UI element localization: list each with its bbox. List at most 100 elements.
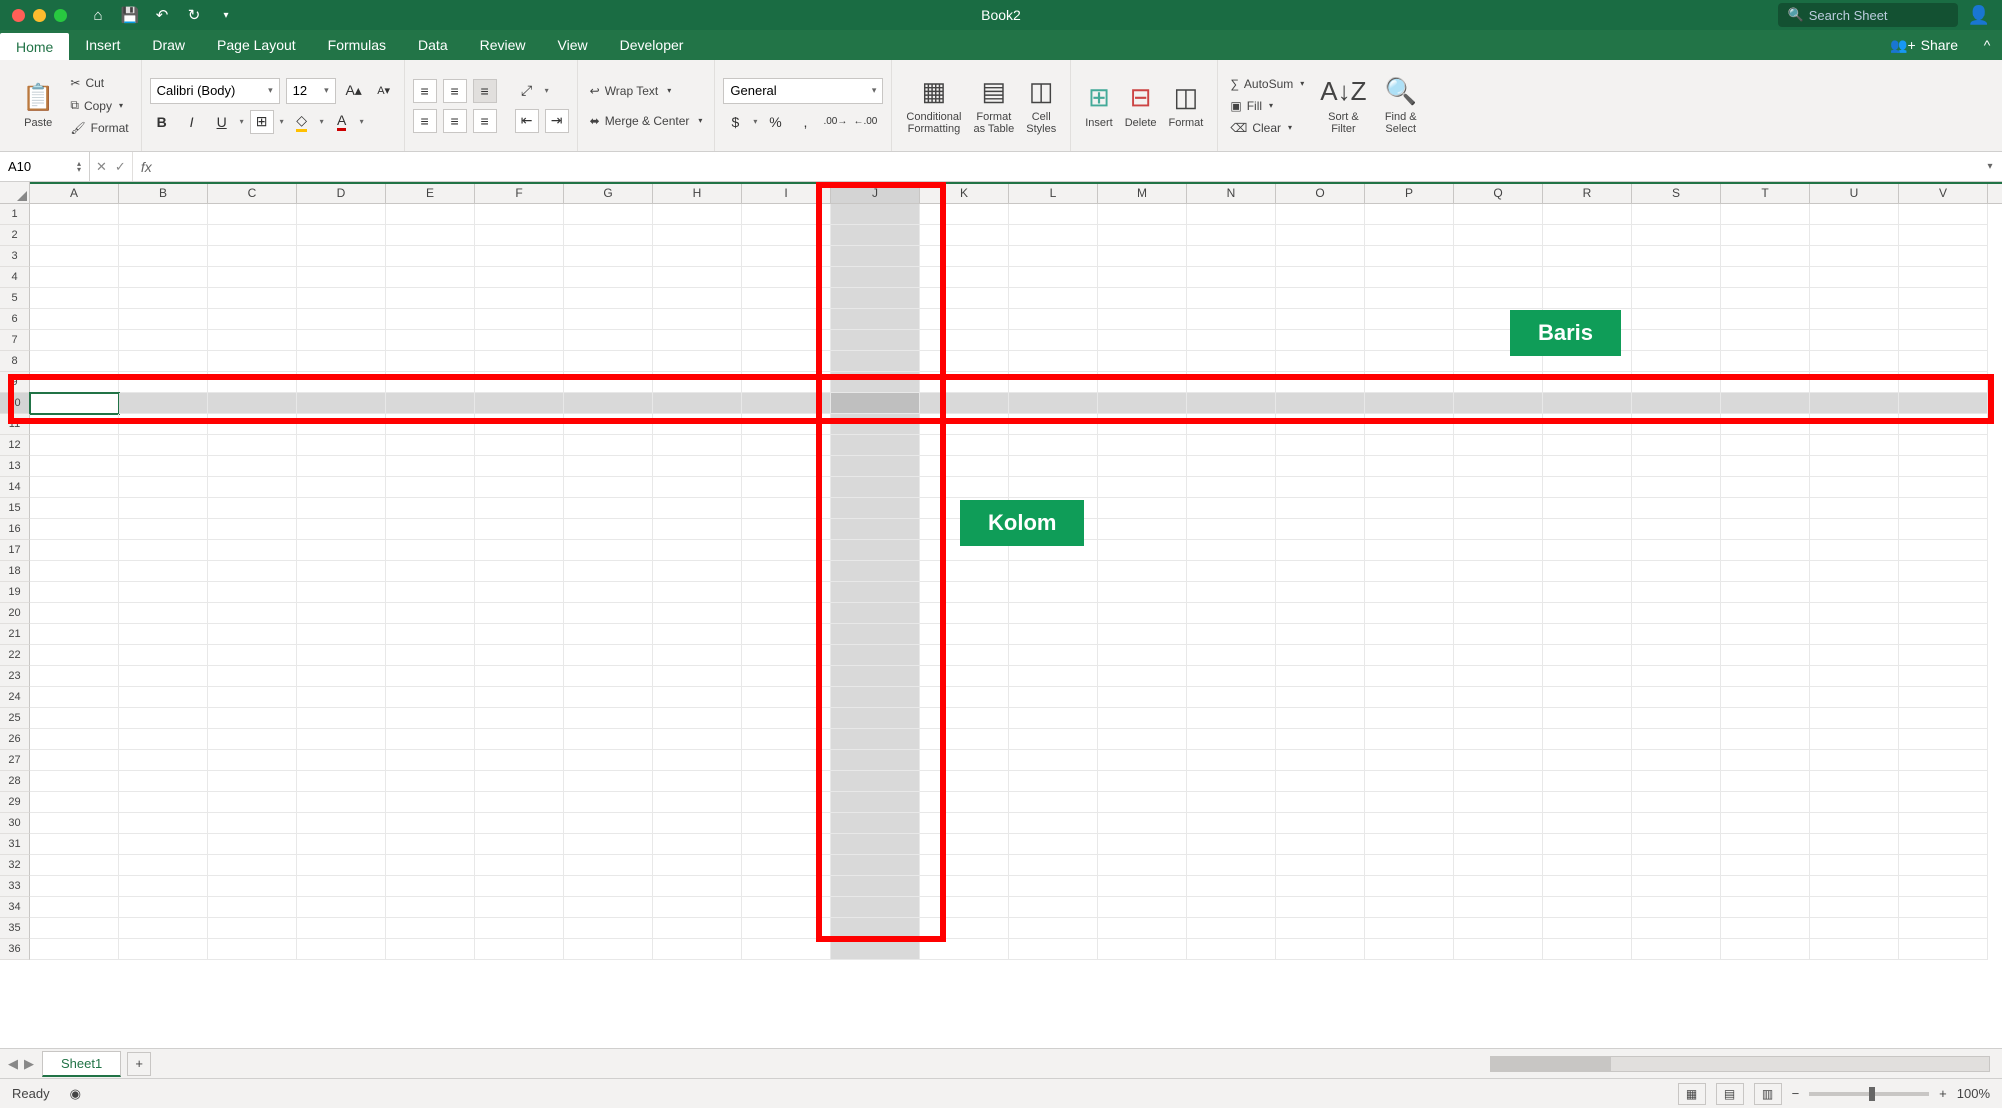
cell-L36[interactable] — [1009, 939, 1098, 960]
cell-G35[interactable] — [564, 918, 653, 939]
cell-Q16[interactable] — [1454, 519, 1543, 540]
row-header-17[interactable]: 17 — [0, 540, 30, 561]
search-sheet-input[interactable]: 🔍 Search Sheet — [1778, 3, 1958, 27]
cell-F34[interactable] — [475, 897, 564, 918]
cell-P5[interactable] — [1365, 288, 1454, 309]
cell-B26[interactable] — [119, 729, 208, 750]
autosum-button[interactable]: ∑AutoSum▾ — [1226, 75, 1308, 93]
cell-L18[interactable] — [1009, 561, 1098, 582]
cell-L3[interactable] — [1009, 246, 1098, 267]
cell-M26[interactable] — [1098, 729, 1187, 750]
cell-M19[interactable] — [1098, 582, 1187, 603]
cell-Q34[interactable] — [1454, 897, 1543, 918]
cell-F26[interactable] — [475, 729, 564, 750]
cell-G15[interactable] — [564, 498, 653, 519]
sort-filter-button[interactable]: A↓ZSort & Filter — [1314, 60, 1372, 151]
cell-M16[interactable] — [1098, 519, 1187, 540]
cell-D1[interactable] — [297, 204, 386, 225]
cell-T7[interactable] — [1721, 330, 1810, 351]
cell-F28[interactable] — [475, 771, 564, 792]
cell-S21[interactable] — [1632, 624, 1721, 645]
cell-Q13[interactable] — [1454, 456, 1543, 477]
cell-T28[interactable] — [1721, 771, 1810, 792]
cell-F12[interactable] — [475, 435, 564, 456]
cell-D29[interactable] — [297, 792, 386, 813]
cell-Q18[interactable] — [1454, 561, 1543, 582]
cell-A24[interactable] — [30, 687, 119, 708]
cell-D25[interactable] — [297, 708, 386, 729]
column-header-T[interactable]: T — [1721, 182, 1810, 203]
cell-F4[interactable] — [475, 267, 564, 288]
cell-P16[interactable] — [1365, 519, 1454, 540]
cell-U36[interactable] — [1810, 939, 1899, 960]
cell-V3[interactable] — [1899, 246, 1988, 267]
cell-E14[interactable] — [386, 477, 475, 498]
column-header-B[interactable]: B — [119, 182, 208, 203]
cell-O22[interactable] — [1276, 645, 1365, 666]
cell-S23[interactable] — [1632, 666, 1721, 687]
tab-view[interactable]: View — [542, 30, 604, 60]
cell-O4[interactable] — [1276, 267, 1365, 288]
cell-G4[interactable] — [564, 267, 653, 288]
cell-T26[interactable] — [1721, 729, 1810, 750]
cell-S30[interactable] — [1632, 813, 1721, 834]
currency-button[interactable]: $ — [723, 110, 747, 134]
tab-developer[interactable]: Developer — [604, 30, 700, 60]
row-header-20[interactable]: 20 — [0, 603, 30, 624]
row-header-29[interactable]: 29 — [0, 792, 30, 813]
cell-P3[interactable] — [1365, 246, 1454, 267]
cell-F21[interactable] — [475, 624, 564, 645]
cell-L23[interactable] — [1009, 666, 1098, 687]
percent-button[interactable]: % — [763, 110, 787, 134]
cell-B7[interactable] — [119, 330, 208, 351]
cell-F13[interactable] — [475, 456, 564, 477]
cell-F3[interactable] — [475, 246, 564, 267]
cell-B2[interactable] — [119, 225, 208, 246]
cell-C21[interactable] — [208, 624, 297, 645]
cell-N12[interactable] — [1187, 435, 1276, 456]
cell-V31[interactable] — [1899, 834, 1988, 855]
cell-T15[interactable] — [1721, 498, 1810, 519]
cell-A20[interactable] — [30, 603, 119, 624]
cell-E4[interactable] — [386, 267, 475, 288]
cell-B18[interactable] — [119, 561, 208, 582]
cell-U1[interactable] — [1810, 204, 1899, 225]
cell-U29[interactable] — [1810, 792, 1899, 813]
delete-cells-button[interactable]: ⊟Delete — [1119, 60, 1163, 151]
cell-P12[interactable] — [1365, 435, 1454, 456]
cell-G31[interactable] — [564, 834, 653, 855]
cell-H22[interactable] — [653, 645, 742, 666]
cell-C7[interactable] — [208, 330, 297, 351]
cell-T19[interactable] — [1721, 582, 1810, 603]
cell-Q2[interactable] — [1454, 225, 1543, 246]
cell-E16[interactable] — [386, 519, 475, 540]
cell-V1[interactable] — [1899, 204, 1988, 225]
scrollbar-thumb[interactable] — [1491, 1057, 1611, 1071]
cell-U22[interactable] — [1810, 645, 1899, 666]
number-format-select[interactable]: General▾ — [723, 78, 883, 104]
cell-B23[interactable] — [119, 666, 208, 687]
cell-E32[interactable] — [386, 855, 475, 876]
cell-N29[interactable] — [1187, 792, 1276, 813]
cell-C36[interactable] — [208, 939, 297, 960]
cell-S31[interactable] — [1632, 834, 1721, 855]
cell-G19[interactable] — [564, 582, 653, 603]
paste-button[interactable]: 📋 Paste — [16, 60, 60, 151]
cell-T29[interactable] — [1721, 792, 1810, 813]
cell-R21[interactable] — [1543, 624, 1632, 645]
cell-O8[interactable] — [1276, 351, 1365, 372]
cell-N5[interactable] — [1187, 288, 1276, 309]
cell-G6[interactable] — [564, 309, 653, 330]
cell-H20[interactable] — [653, 603, 742, 624]
align-center-button[interactable]: ≡ — [443, 109, 467, 133]
cell-V26[interactable] — [1899, 729, 1988, 750]
cell-A27[interactable] — [30, 750, 119, 771]
cell-H13[interactable] — [653, 456, 742, 477]
cell-G12[interactable] — [564, 435, 653, 456]
cell-M35[interactable] — [1098, 918, 1187, 939]
cell-T25[interactable] — [1721, 708, 1810, 729]
cell-F24[interactable] — [475, 687, 564, 708]
cell-styles-button[interactable]: ◫Cell Styles — [1020, 60, 1062, 151]
cell-N18[interactable] — [1187, 561, 1276, 582]
cell-P36[interactable] — [1365, 939, 1454, 960]
